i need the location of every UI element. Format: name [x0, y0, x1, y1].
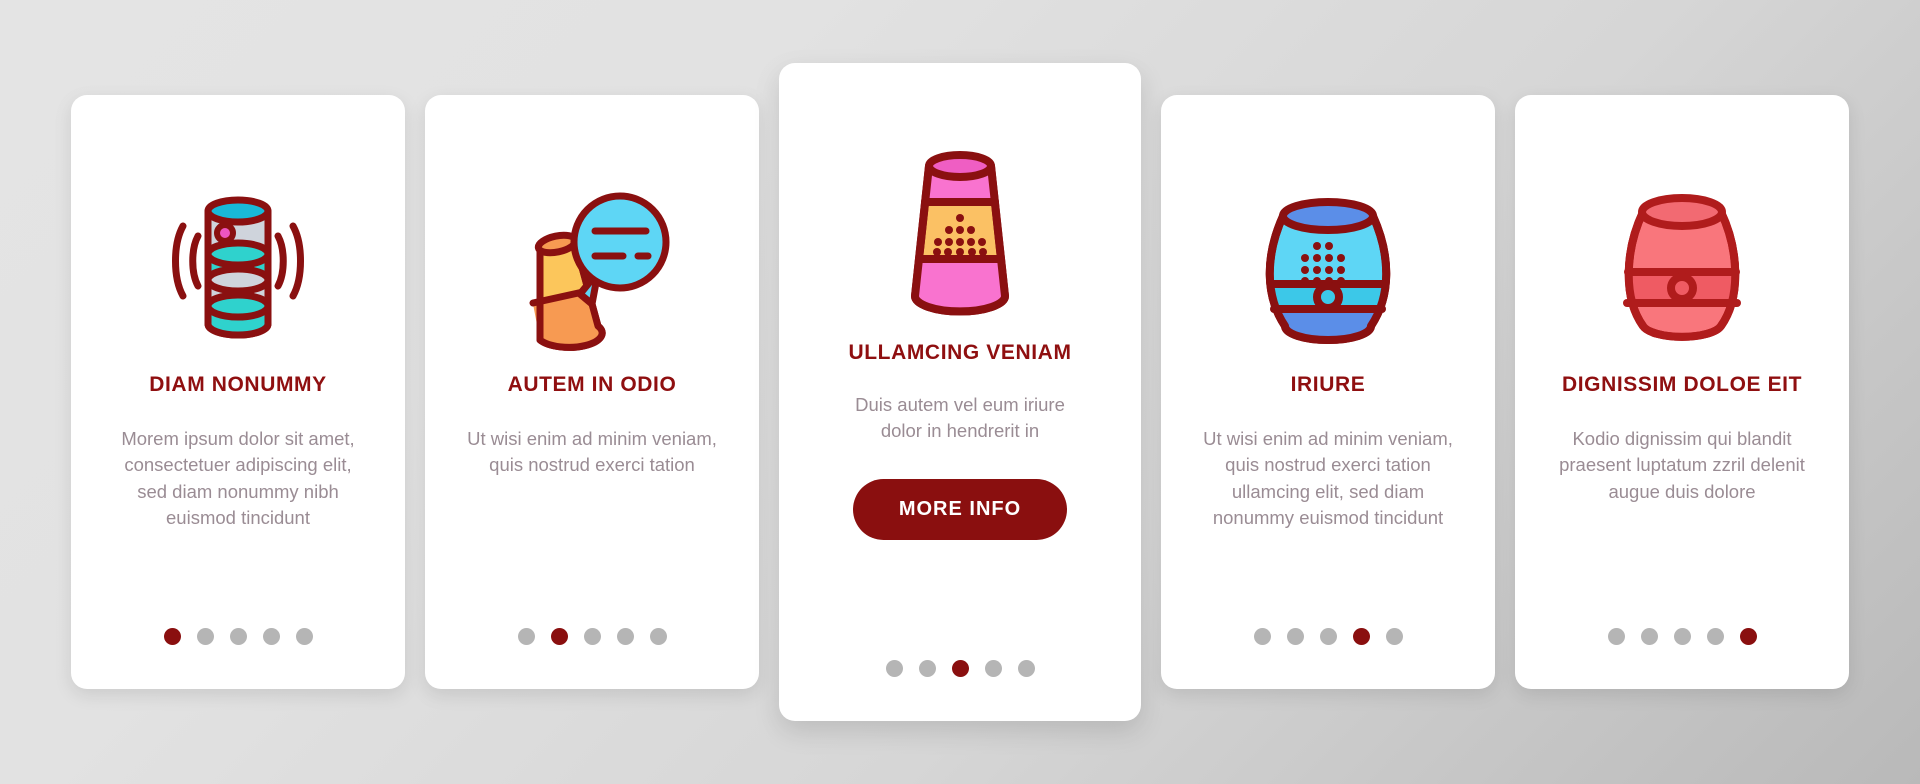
onboarding-card-4[interactable]: IRIURE Ut wisi enim ad minim veniam, qui… [1161, 95, 1495, 689]
card-2-pagination-dots [517, 628, 667, 645]
onboarding-card-2[interactable]: AUTEM IN ODIO Ut wisi enim ad minim veni… [425, 95, 759, 689]
card-3-title: ULLAMCING VENIAM [848, 341, 1072, 364]
pagination-dot-4[interactable] [1706, 628, 1724, 645]
pagination-dot-1[interactable] [885, 660, 903, 677]
pagination-dot-2[interactable] [918, 660, 936, 677]
pagination-dot-5[interactable] [1385, 628, 1403, 645]
smart-speaker-voice-assistant-chat-bubble-icon [529, 192, 670, 351]
card-2-illustration [425, 153, 759, 373]
pagination-dot-5[interactable] [1739, 628, 1757, 645]
card-3-pagination-dots [885, 660, 1035, 677]
card-1-body: Morem ipsum dolor sit amet, consectetuer… [121, 428, 355, 528]
card-5-pagination-dots [1607, 628, 1757, 645]
card-3-body: Duis autem vel eum iriure dolor in hendr… [855, 394, 1065, 442]
pagination-dot-1[interactable] [1253, 628, 1271, 645]
card-5-title: DIGNISSIM DOLOE EIT [1561, 373, 1803, 396]
card-2-body: Ut wisi enim ad minim veniam, quis nostr… [467, 428, 717, 476]
pagination-dot-1[interactable] [163, 628, 181, 645]
pagination-dot-4[interactable] [616, 628, 634, 645]
card-4-body: Ut wisi enim ad minim veniam, quis nostr… [1203, 428, 1453, 528]
pagination-dot-3[interactable] [229, 628, 247, 645]
pagination-dot-3[interactable] [1319, 628, 1337, 645]
pagination-dot-4[interactable] [984, 660, 1002, 677]
pagination-dot-5[interactable] [1017, 660, 1035, 677]
card-5-illustration [1515, 153, 1849, 373]
pagination-dot-4[interactable] [262, 628, 280, 645]
card-1-pagination-dots [163, 628, 313, 645]
smart-speaker-tapered-perforated-grille-icon [911, 150, 1009, 315]
onboarding-screens-stage: DIAM NONUMMY Morem ipsum dolor sit amet,… [0, 0, 1920, 784]
card-4-pagination-dots [1253, 628, 1403, 645]
pagination-dot-3[interactable] [583, 628, 601, 645]
pagination-dot-4[interactable] [1352, 628, 1370, 645]
pagination-dot-3[interactable] [1673, 628, 1691, 645]
pagination-dot-2[interactable] [550, 628, 568, 645]
card-5-body: Kodio dignissim qui blandit praesent lup… [1559, 428, 1805, 502]
onboarding-card-3-featured[interactable]: ULLAMCING VENIAM Duis autem vel eum iriu… [779, 63, 1141, 721]
pagination-dot-2[interactable] [196, 628, 214, 645]
more-info-button[interactable]: MORE INFO [852, 478, 1068, 540]
card-1-title: DIAM NONUMMY [149, 373, 327, 396]
smart-speaker-barrel-dot-grille-button-icon [1265, 197, 1391, 344]
pagination-dot-2[interactable] [1640, 628, 1658, 645]
card-4-title: IRIURE [1290, 373, 1366, 396]
pagination-dot-3[interactable] [951, 660, 969, 677]
card-1-illustration [71, 153, 405, 373]
pagination-dot-1[interactable] [517, 628, 535, 645]
smart-speaker-cylinder-sound-waves-icon [172, 196, 304, 338]
onboarding-card-row: DIAM NONUMMY Morem ipsum dolor sit amet,… [0, 0, 1920, 784]
onboarding-card-1[interactable]: DIAM NONUMMY Morem ipsum dolor sit amet,… [71, 95, 405, 689]
pagination-dot-1[interactable] [1607, 628, 1625, 645]
card-3-illustration [779, 121, 1141, 341]
pagination-dot-5[interactable] [649, 628, 667, 645]
pagination-dot-5[interactable] [295, 628, 313, 645]
pagination-dot-2[interactable] [1286, 628, 1304, 645]
onboarding-card-5[interactable]: DIGNISSIM DOLOE EIT Kodio dignissim qui … [1515, 95, 1849, 689]
smart-speaker-barrel-center-band-button-icon [1623, 193, 1741, 341]
card-4-illustration [1161, 153, 1495, 373]
card-2-title: AUTEM IN ODIO [507, 373, 677, 396]
